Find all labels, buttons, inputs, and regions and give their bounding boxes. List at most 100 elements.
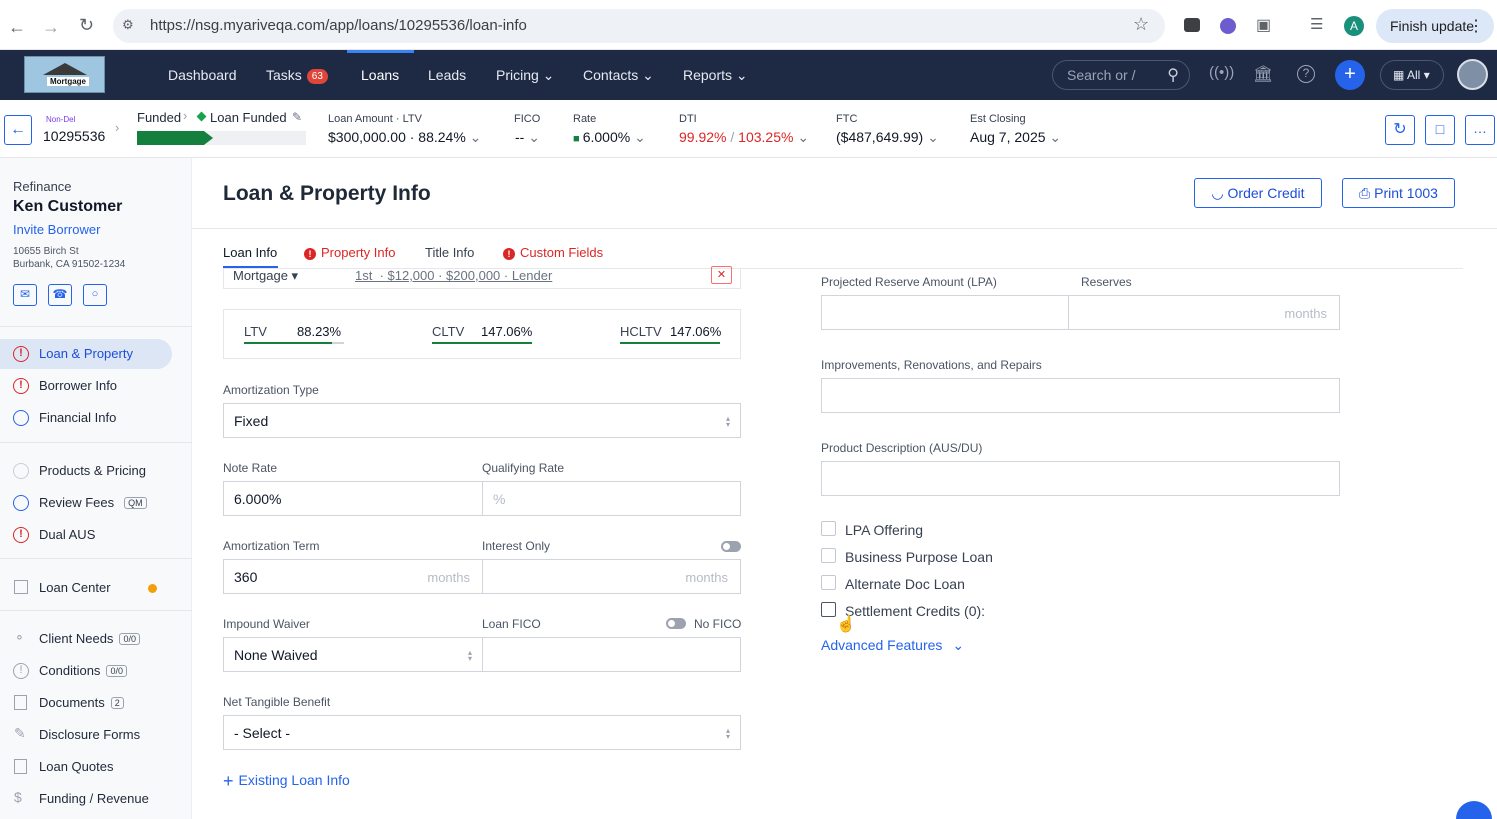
qualifying-rate-input[interactable]: %	[482, 481, 741, 516]
extension-purple-icon[interactable]	[1220, 18, 1236, 34]
nav-tasks[interactable]: Tasks 63	[266, 67, 328, 84]
tab-property-info[interactable]: ! Property Info	[304, 245, 395, 260]
business-purpose-checkbox[interactable]	[821, 548, 836, 563]
comments-button[interactable]: □	[1425, 115, 1455, 145]
alternate-doc-label: Alternate Doc Loan	[845, 576, 965, 592]
nav-leads[interactable]: Leads	[428, 67, 466, 83]
sidebar-divider	[0, 442, 192, 443]
lpa-offering-checkbox[interactable]	[821, 521, 836, 536]
edit-status-icon[interactable]: ✎	[292, 110, 302, 124]
bank-icon[interactable]: 🏛	[1253, 64, 1273, 84]
add-button[interactable]: +	[1335, 60, 1365, 90]
print-1003-button[interactable]: ⎙ Print 1003	[1342, 178, 1455, 208]
chevron-right-icon: ›	[183, 108, 188, 123]
reload-icon[interactable]: ↻	[79, 15, 94, 36]
interest-only-toggle[interactable]	[721, 541, 741, 552]
nav-search-input[interactable]: Search or / ⚲	[1052, 60, 1190, 90]
dti-front: 99.92%	[679, 129, 727, 145]
sidebar-item-client-needs[interactable]: ⚬ Client Needs 0/0	[0, 624, 172, 654]
existing-loan-info-link[interactable]: + Existing Loan Info	[223, 771, 350, 792]
sidebar-item-borrower-info[interactable]: ! Borrower Info	[0, 371, 172, 401]
amortization-type-select[interactable]: Fixed ▴ ▾	[223, 403, 741, 438]
profile-avatar[interactable]: A	[1344, 16, 1364, 36]
improvements-input[interactable]	[821, 378, 1340, 413]
sidebar-item-disclosure-forms[interactable]: ✎ Disclosure Forms	[0, 720, 172, 750]
nav-reports[interactable]: Reports ⌄	[683, 67, 748, 84]
back-icon[interactable]: ←	[8, 17, 26, 38]
amortization-term-input[interactable]: 360 months	[223, 559, 483, 594]
loan-amount-value[interactable]: $300,000.00 · 88.24% ⌄	[328, 129, 481, 146]
site-info-icon[interactable]: ⚙	[122, 17, 134, 33]
sidebar-item-label: Financial Info	[39, 410, 117, 425]
product-description-input[interactable]	[821, 461, 1340, 496]
logo[interactable]: Mortgage	[24, 56, 105, 93]
amortization-term-value: 360	[234, 569, 258, 585]
impound-waiver-select[interactable]: None Waived ▴ ▾	[223, 637, 483, 672]
nav-pricing[interactable]: Pricing ⌄	[496, 67, 554, 84]
sidebar-item-funding-revenue[interactable]: $ Funding / Revenue	[0, 784, 172, 814]
tab-loan-info[interactable]: Loan Info	[223, 245, 277, 260]
sidebar-item-dual-aus[interactable]: ! Dual AUS	[0, 520, 172, 550]
sidebar-item-label: Disclosure Forms	[39, 727, 141, 742]
projected-reserve-input[interactable]	[821, 295, 1069, 330]
sidebar-item-financial-info[interactable]: Financial Info	[0, 403, 172, 433]
order-credit-label: Order Credit	[1227, 185, 1305, 201]
invite-borrower-link[interactable]: Invite Borrower	[13, 222, 100, 237]
bookmark-star-icon[interactable]: ☆	[1133, 14, 1149, 35]
count-badge: 2	[110, 697, 124, 709]
mortgage-type-select[interactable]: Mortgage ▾	[233, 268, 298, 284]
broadcast-icon[interactable]: ((•))	[1209, 64, 1234, 81]
remove-lien-button[interactable]: ✕	[711, 266, 732, 284]
rate-label: Rate	[573, 113, 597, 125]
media-icon[interactable]: ☰	[1310, 15, 1323, 33]
chevron-down-icon: ⌄	[793, 129, 810, 145]
all-filter-select[interactable]: ▦ All ▾	[1380, 60, 1444, 90]
sidebar-item-products-pricing[interactable]: Products & Pricing	[0, 456, 172, 486]
url-text[interactable]: https://nsg.myariveqa.com/app/loans/1029…	[150, 17, 527, 34]
back-to-pipeline-button[interactable]: ←	[4, 115, 32, 145]
loan-progress-fill	[137, 131, 214, 145]
alternate-doc-checkbox[interactable]	[821, 575, 836, 590]
reserves-input[interactable]: months	[1068, 295, 1340, 330]
nav-dashboard[interactable]: Dashboard	[168, 67, 237, 83]
user-avatar[interactable]	[1457, 59, 1488, 90]
tab-title-info[interactable]: Title Info	[425, 245, 474, 260]
forward-icon[interactable]: →	[42, 17, 60, 38]
note-rate-input[interactable]: 6.000%	[223, 481, 483, 516]
email-icon[interactable]: ✉	[13, 284, 37, 306]
settlement-credits-checkbox[interactable]	[821, 602, 836, 617]
dti-value[interactable]: 99.92% / 103.25% ⌄	[679, 129, 809, 146]
loan-fico-input[interactable]	[482, 637, 741, 672]
more-button[interactable]: …	[1465, 115, 1495, 145]
interest-only-input[interactable]: months	[482, 559, 741, 594]
puzzle-icon[interactable]: ▣	[1256, 15, 1271, 35]
help-icon[interactable]: ?	[1297, 65, 1315, 83]
nav-contacts[interactable]: Contacts ⌄	[583, 67, 654, 84]
sidebar-item-review-fees[interactable]: Review Fees QM	[0, 488, 172, 518]
no-fico-toggle[interactable]	[666, 618, 686, 629]
est-closing-value[interactable]: Aug 7, 2025 ⌄	[970, 129, 1061, 146]
borrower-name[interactable]: Ken Customer	[13, 198, 122, 216]
loan-number[interactable]: 10295536	[43, 128, 105, 144]
tab-custom-fields[interactable]: ! Custom Fields	[503, 245, 603, 260]
sidebar-item-documents[interactable]: Documents 2	[0, 688, 172, 718]
fico-value[interactable]: -- ⌄	[515, 129, 540, 146]
refresh-button[interactable]: ↻	[1385, 115, 1415, 145]
sidebar-item-loan-property[interactable]: ! Loan & Property	[0, 339, 172, 369]
lien-link[interactable]: 1st · $12,000 · $200,000 · Lender	[355, 268, 552, 283]
sidebar-item-loan-quotes[interactable]: Loan Quotes	[0, 752, 172, 782]
nav-loans[interactable]: Loans	[361, 67, 399, 83]
extension-icon[interactable]	[1184, 18, 1200, 32]
phone-icon[interactable]: ☎	[48, 284, 72, 306]
sidebar-item-conditions[interactable]: ! Conditions 0/0	[0, 656, 172, 686]
sidebar-item-loan-center[interactable]: Loan Center	[0, 573, 172, 603]
chat-icon[interactable]: ○	[83, 284, 107, 306]
finish-update-button[interactable]: Finish update ⋮	[1376, 9, 1494, 43]
net-tangible-benefit-select[interactable]: - Select - ▴ ▾	[223, 715, 741, 750]
chevron-down-icon: ⌄	[923, 129, 939, 145]
ftc-value[interactable]: ($487,649.99) ⌄	[836, 129, 939, 146]
advanced-features-toggle[interactable]: Advanced Features ⌄	[821, 637, 964, 654]
order-credit-button[interactable]: ◡ Order Credit	[1194, 178, 1322, 208]
rate-value[interactable]: ■ 6.000% ⌄	[573, 129, 646, 146]
warning-icon: !	[13, 346, 29, 362]
